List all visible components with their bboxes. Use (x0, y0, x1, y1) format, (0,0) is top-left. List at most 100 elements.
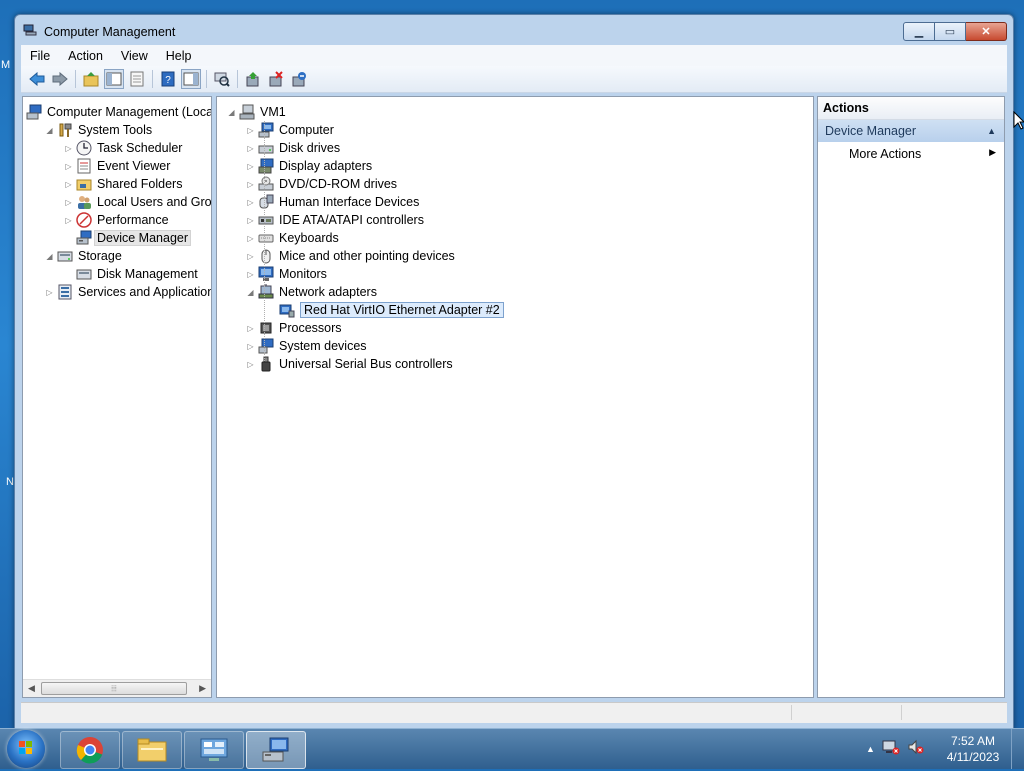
device-category[interactable]: ▷ Monitors (246, 265, 327, 283)
tree-item-label: Event Viewer (97, 159, 171, 173)
uninstall-device-button[interactable] (266, 69, 286, 89)
show-hide-action-pane-button[interactable] (181, 69, 201, 89)
console-tree-item[interactable]: Disk Management (64, 265, 198, 283)
scrollbar-thumb[interactable]: ⦙⦙⦙ (41, 682, 187, 695)
collapsed-triangle-icon[interactable]: ▷ (246, 126, 255, 135)
collapsed-triangle-icon[interactable]: ▷ (64, 162, 73, 171)
device-item[interactable]: Red Hat VirtIO Ethernet Adapter #2 (279, 301, 504, 319)
up-folder-icon (83, 72, 99, 87)
maximize-button[interactable]: ▭ (935, 22, 966, 41)
console-tree-item[interactable]: ▷ Shared Folders (64, 175, 182, 193)
expanded-triangle-icon[interactable]: ◢ (45, 252, 54, 261)
console-tree-item[interactable]: Device Manager (64, 229, 192, 247)
taskbar-computer-management[interactable] (246, 731, 306, 769)
device-category-label: Human Interface Devices (279, 195, 420, 209)
expanded-triangle-icon[interactable]: ◢ (45, 126, 54, 135)
menu-view[interactable]: View (112, 49, 157, 63)
up-one-level-button[interactable] (81, 69, 101, 89)
computer-management-window: Computer Management ▁ ▭ ✕ File Action Vi… (14, 14, 1014, 730)
scroll-right-icon[interactable]: ▶ (199, 683, 206, 694)
taskbar: ▲ 7:52 AM 4/11/2023 (0, 728, 1024, 769)
console-tree-pane[interactable]: Computer Management (Local ◢ System Tools ▷… (22, 96, 212, 698)
collapsed-triangle-icon[interactable]: ▷ (246, 360, 255, 369)
help-button[interactable]: ? (158, 69, 178, 89)
vm-root-icon (239, 104, 255, 120)
hid-icon (258, 194, 274, 210)
computer-management-icon (26, 104, 42, 120)
collapsed-triangle-icon[interactable]: ▷ (64, 144, 73, 153)
scan-hardware-button[interactable] (212, 69, 232, 89)
collapsed-triangle-icon[interactable]: ▷ (64, 216, 73, 225)
collapsed-triangle-icon[interactable]: ▷ (64, 180, 73, 189)
display-adapter-icon (258, 158, 274, 174)
collapsed-triangle-icon[interactable]: ▷ (64, 198, 73, 207)
show-desktop-button[interactable] (1011, 729, 1024, 769)
close-button[interactable]: ✕ (966, 22, 1007, 41)
taskbar-control-panel[interactable] (184, 731, 244, 769)
console-tree-item[interactable]: ▷ Event Viewer (64, 157, 170, 175)
device-category[interactable]: ▷ IDE ATA/ATAPI controllers (246, 211, 424, 229)
taskbar-clock[interactable]: 7:52 AM 4/11/2023 (940, 733, 1006, 765)
device-category[interactable]: ▷ DVD/CD-ROM drives (246, 175, 397, 193)
show-hidden-icons-arrow-icon[interactable]: ▲ (866, 744, 875, 754)
device-category[interactable]: ▷ Mice and other pointing devices (246, 247, 455, 265)
properties-button[interactable] (127, 69, 147, 89)
device-tree-root[interactable]: ◢ VM1 (227, 103, 286, 121)
forward-button[interactable] (50, 69, 70, 89)
menu-help[interactable]: Help (157, 49, 201, 63)
more-actions-item[interactable]: More Actions (849, 147, 921, 161)
title-bar[interactable]: Computer Management ▁ ▭ ✕ (15, 15, 1013, 45)
clock-time: 7:52 AM (950, 734, 996, 748)
console-tree-item[interactable]: ▷ Task Scheduler (64, 139, 182, 157)
show-hide-console-tree-button[interactable] (104, 69, 124, 89)
performance-icon (76, 212, 92, 228)
device-category[interactable]: ▷ Processors (246, 319, 341, 337)
console-tree-item[interactable]: ◢ System Tools (45, 121, 152, 139)
collapsed-triangle-icon[interactable]: ▷ (246, 180, 255, 189)
device-category-label: Network adapters (279, 285, 377, 299)
menu-action[interactable]: Action (59, 49, 112, 63)
menu-file[interactable]: File (21, 49, 59, 63)
collapsed-triangle-icon[interactable]: ▷ (246, 198, 255, 207)
device-category[interactable]: ▷ Universal Serial Bus controllers (246, 355, 453, 373)
device-category[interactable]: ▷ Keyboards (246, 229, 339, 247)
device-tree-pane[interactable]: ◢ VM1 ▷ Computer ▷ Disk drives ▷ Display adapte… (216, 96, 814, 698)
console-tree-item[interactable]: ▷ Local Users and Groups (64, 193, 211, 211)
usb-icon (258, 356, 274, 372)
volume-muted-icon[interactable] (907, 739, 925, 758)
expanded-triangle-icon[interactable]: ◢ (246, 288, 255, 297)
scroll-left-icon[interactable]: ◀ (28, 683, 35, 694)
start-button[interactable] (7, 730, 45, 768)
show-hide-action-icon (183, 72, 199, 86)
tree-item-label: System Tools (78, 123, 153, 137)
network-status-icon[interactable] (882, 739, 900, 758)
device-category[interactable]: ▷ Human Interface Devices (246, 193, 419, 211)
disable-device-button[interactable] (289, 69, 309, 89)
collapsed-triangle-icon[interactable]: ▷ (246, 234, 255, 243)
back-button[interactable] (27, 69, 47, 89)
collapse-up-icon[interactable]: ▲ (987, 120, 996, 142)
horizontal-scrollbar[interactable]: ◀ ⦙⦙⦙ ▶ (23, 679, 211, 697)
console-tree-item[interactable]: ▷ Services and Applications (45, 283, 211, 301)
console-tree-item[interactable]: Computer Management (Local (26, 103, 211, 121)
taskbar-file-explorer[interactable] (122, 731, 182, 769)
device-category[interactable]: ▷ Disk drives (246, 139, 340, 157)
collapsed-triangle-icon[interactable]: ▷ (45, 288, 54, 297)
console-tree-item[interactable]: ◢ Storage (45, 247, 121, 265)
collapsed-triangle-icon[interactable]: ▷ (246, 270, 255, 279)
minimize-button[interactable]: ▁ (903, 22, 935, 41)
collapsed-triangle-icon[interactable]: ▷ (246, 144, 255, 153)
collapsed-triangle-icon[interactable]: ▷ (246, 162, 255, 171)
collapsed-triangle-icon[interactable]: ▷ (246, 216, 255, 225)
actions-section-device-manager[interactable]: Device Manager ▲ (818, 120, 1004, 142)
taskbar-chrome[interactable] (60, 731, 120, 769)
collapsed-triangle-icon[interactable]: ▷ (246, 252, 255, 261)
device-category-label: Keyboards (279, 231, 339, 245)
update-driver-button[interactable] (243, 69, 263, 89)
disk-management-icon (76, 266, 92, 282)
collapsed-triangle-icon[interactable]: ▷ (246, 342, 255, 351)
collapsed-triangle-icon[interactable]: ▷ (246, 324, 255, 333)
device-category[interactable]: ▷ Computer (246, 121, 334, 139)
expanded-triangle-icon[interactable]: ◢ (227, 108, 236, 117)
console-tree-item[interactable]: ▷ Performance (64, 211, 169, 229)
